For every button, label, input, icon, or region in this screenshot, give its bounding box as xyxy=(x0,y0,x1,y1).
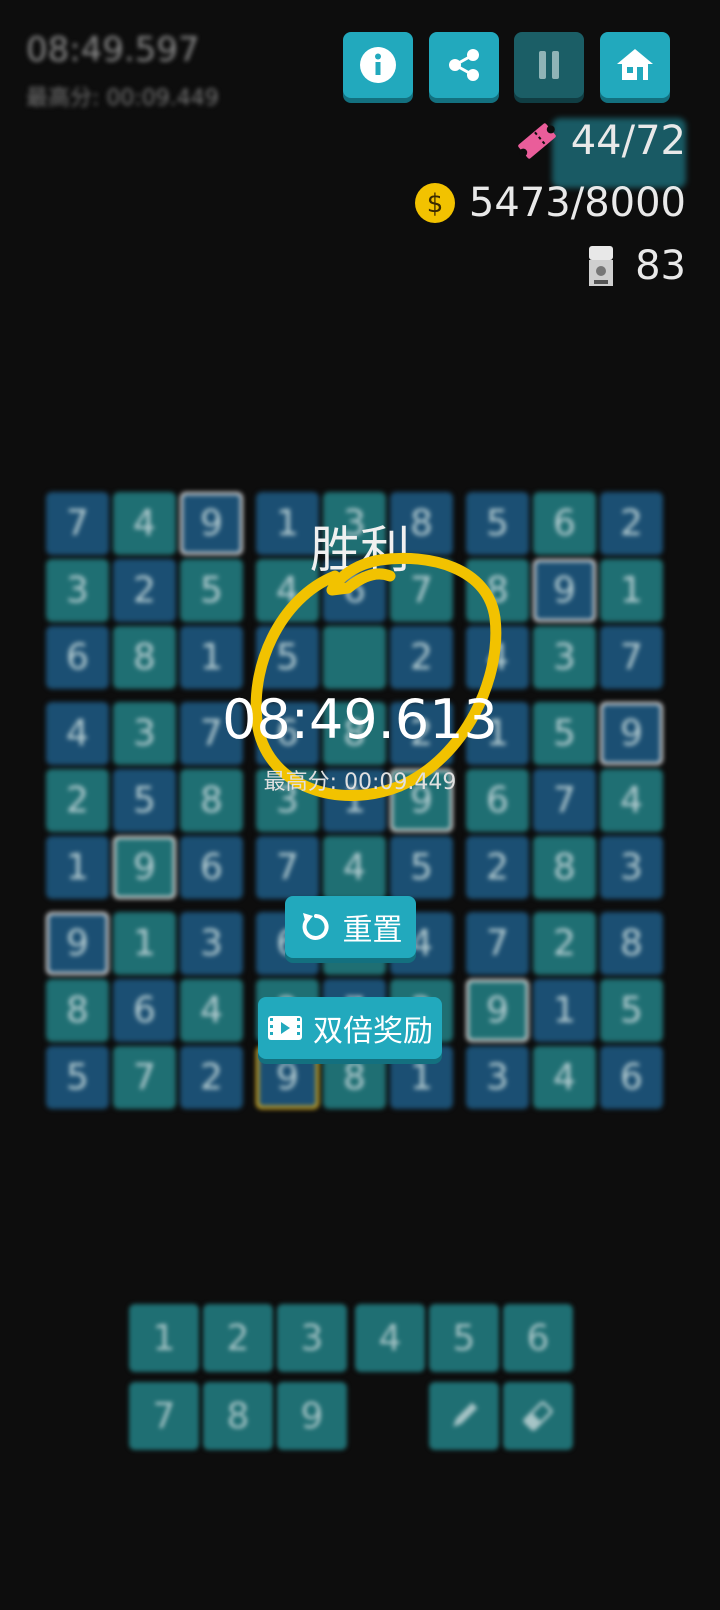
board-cell[interactable]: 7 xyxy=(600,626,663,689)
board-cell[interactable]: 9 xyxy=(113,836,176,899)
best-score-label: 最高分: 00:09.449 xyxy=(263,770,457,795)
double-reward-label: 双倍奖励 xyxy=(313,1014,433,1049)
video-icon xyxy=(268,1016,302,1040)
board-cell[interactable]: 6 xyxy=(180,836,243,899)
keypad-key-7[interactable]: 7 xyxy=(129,1382,199,1450)
reset-button[interactable]: 重置 xyxy=(285,896,416,958)
pencil-button[interactable] xyxy=(429,1382,499,1450)
ticket-icon xyxy=(515,119,559,163)
svg-text:$: $ xyxy=(427,189,444,219)
home-button[interactable] xyxy=(600,32,670,98)
board-cell[interactable]: 5 xyxy=(46,1046,109,1109)
board-cell[interactable]: 7 xyxy=(113,1046,176,1109)
keypad-key-5[interactable]: 5 xyxy=(429,1304,499,1372)
home-icon xyxy=(617,49,653,80)
board-cell[interactable]: 3 xyxy=(600,836,663,899)
gacha-value: 83 xyxy=(635,243,686,289)
board-cell[interactable]: 3 xyxy=(180,912,243,975)
board-cell[interactable]: 5 xyxy=(600,979,663,1042)
board-cell[interactable]: 5 xyxy=(390,836,453,899)
board-cell[interactable]: 9 xyxy=(466,979,529,1042)
board-cell[interactable]: 6 xyxy=(46,626,109,689)
board-cell[interactable]: 4 xyxy=(323,836,386,899)
share-icon xyxy=(449,49,479,81)
reset-label: 重置 xyxy=(342,913,403,948)
keypad-key-4[interactable]: 4 xyxy=(355,1304,425,1372)
keypad-key-9[interactable]: 9 xyxy=(277,1382,347,1450)
eraser-icon xyxy=(523,1401,553,1431)
keypad-key-3[interactable]: 3 xyxy=(277,1304,347,1372)
board-cell[interactable]: 6 xyxy=(113,979,176,1042)
board-cell[interactable]: 8 xyxy=(533,836,596,899)
info-button[interactable] xyxy=(343,32,413,98)
board-cell[interactable]: 7 xyxy=(256,836,319,899)
gacha-stat: 83 xyxy=(579,243,686,289)
board-cell[interactable]: 2 xyxy=(466,836,529,899)
pause-icon xyxy=(539,51,559,79)
reset-icon xyxy=(302,913,329,940)
keypad-key-1[interactable]: 1 xyxy=(129,1304,199,1372)
board-cell[interactable]: 6 xyxy=(600,1046,663,1109)
board-cell[interactable]: 1 xyxy=(46,836,109,899)
board-cell[interactable]: 8 xyxy=(46,979,109,1042)
board-cell[interactable]: 2 xyxy=(533,912,596,975)
tickets-stat: 44/72 xyxy=(515,118,686,164)
tickets-value: 44/72 xyxy=(570,118,686,164)
coin-icon: $ xyxy=(413,181,457,225)
gacha-machine-icon xyxy=(579,244,623,288)
board-cell[interactable]: 8 xyxy=(600,912,663,975)
board-cell[interactable]: 1 xyxy=(180,626,243,689)
board-cell[interactable]: 1 xyxy=(113,912,176,975)
board-cell[interactable]: 4 xyxy=(533,1046,596,1109)
header-best-score: 最高分: 00:09.449 xyxy=(26,86,219,111)
board-cell[interactable]: 1 xyxy=(533,979,596,1042)
eraser-button[interactable] xyxy=(503,1382,573,1450)
board-cell[interactable]: 7 xyxy=(466,912,529,975)
keypad-key-6[interactable]: 6 xyxy=(503,1304,573,1372)
coins-stat: $ 5473/8000 xyxy=(413,180,686,226)
board-cell[interactable]: 8 xyxy=(113,626,176,689)
keypad-key-2[interactable]: 2 xyxy=(203,1304,273,1372)
board-cell[interactable]: 3 xyxy=(466,1046,529,1109)
keypad-key-8[interactable]: 8 xyxy=(203,1382,273,1450)
board-cell[interactable]: 4 xyxy=(180,979,243,1042)
coins-value: 5473/8000 xyxy=(468,180,686,226)
share-button[interactable] xyxy=(429,32,499,98)
info-icon xyxy=(360,47,396,83)
double-reward-button[interactable]: 双倍奖励 xyxy=(258,997,442,1059)
final-time: 08:49.613 xyxy=(222,688,498,751)
pause-button[interactable] xyxy=(514,32,584,98)
board-cell[interactable]: 9 xyxy=(46,912,109,975)
board-cell[interactable]: 3 xyxy=(533,626,596,689)
board-cell[interactable]: 2 xyxy=(180,1046,243,1109)
pencil-icon xyxy=(453,1402,478,1427)
elapsed-timer: 08:49.597 xyxy=(26,30,200,70)
